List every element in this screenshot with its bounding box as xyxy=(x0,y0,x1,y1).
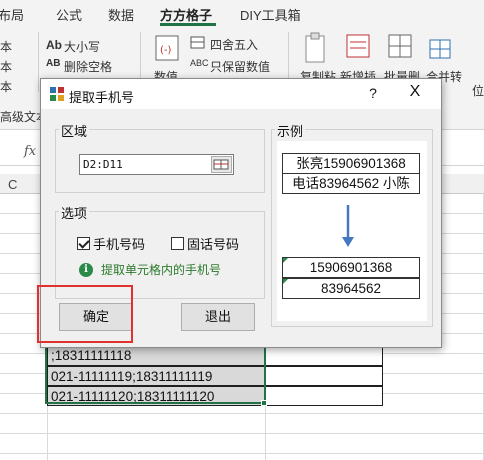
options-group-label: 选项 xyxy=(59,203,90,222)
column-header-c[interactable]: C xyxy=(8,177,17,192)
numeric-icon: (-) xyxy=(155,35,179,61)
delete-space-icon: AB xyxy=(46,58,61,69)
region-group-label: 区域 xyxy=(59,121,90,140)
add-insert-icon xyxy=(346,34,370,58)
keep-values-icon: ABC xyxy=(190,58,209,68)
table-cell[interactable] xyxy=(265,346,383,366)
highlight-box xyxy=(37,285,133,343)
landline-checkbox[interactable]: 固话号码 xyxy=(171,234,239,253)
tab-diy-toolbox[interactable]: DIY工具箱 xyxy=(240,5,301,24)
round-icon xyxy=(190,36,205,49)
exit-button[interactable]: 退出 xyxy=(181,303,255,331)
close-button[interactable]: X xyxy=(405,83,425,101)
range-select-button[interactable] xyxy=(211,156,232,173)
mobile-checkbox[interactable]: 手机号码 xyxy=(77,234,145,253)
delete-space-button[interactable]: 删除空格 xyxy=(64,58,112,75)
mobile-checkbox-box[interactable] xyxy=(77,237,90,250)
info-icon: i xyxy=(79,262,93,277)
case-button[interactable]: 大小写 xyxy=(64,38,100,55)
example-output-2: 83964562 xyxy=(282,278,420,299)
hint-row: i 提取单元格内的手机号 xyxy=(79,261,221,278)
output-marker xyxy=(283,279,288,284)
example-output-1: 15906901368 xyxy=(282,257,420,278)
hint-text: 提取单元格内的手机号 xyxy=(101,263,222,277)
example-output-2-text: 83964562 xyxy=(320,281,382,296)
ribbon-text-item-2[interactable]: 本 xyxy=(0,58,12,75)
fill-handle[interactable] xyxy=(261,400,267,406)
ribbon-tab-bar: 布局 公式 数据 方方格子 DIY工具箱 xyxy=(0,0,484,26)
batch-delete-icon xyxy=(388,34,412,58)
dialog-title: 提取手机号 xyxy=(69,90,135,105)
ribbon-separator xyxy=(38,32,39,92)
tab-formulas[interactable]: 公式 xyxy=(56,5,82,24)
table-cell[interactable] xyxy=(265,386,383,406)
example-output-1-text: 15906901368 xyxy=(309,260,393,275)
example-input-1: 张亮15906901368 xyxy=(282,153,420,174)
output-marker xyxy=(283,258,288,263)
range-picker-icon xyxy=(213,159,229,170)
dialog-app-icon xyxy=(50,87,64,101)
function-icon[interactable]: fx xyxy=(24,144,36,159)
down-arrow-icon xyxy=(342,205,354,247)
case-icon: Ab xyxy=(46,38,62,52)
table-cell[interactable] xyxy=(265,366,383,386)
tab-data[interactable]: 数据 xyxy=(108,5,134,24)
keep-values-button[interactable]: 只保留数值 xyxy=(210,58,270,75)
merge-convert-icon xyxy=(429,39,451,59)
round-button[interactable]: 四舍五入 xyxy=(210,36,258,53)
position-button[interactable]: 位 xyxy=(472,82,484,99)
svg-text:(-): (-) xyxy=(160,45,172,56)
dialog-titlebar[interactable]: 提取手机号 ? X xyxy=(41,79,441,109)
ribbon-text-item-1[interactable]: 本 xyxy=(0,38,12,55)
landline-checkbox-box[interactable] xyxy=(171,237,184,250)
ribbon-text-item-3[interactable]: 本 xyxy=(0,78,12,95)
example-panel: 张亮15906901368 电话83964562 小陈 15906901368 … xyxy=(277,141,427,321)
help-button[interactable]: ? xyxy=(363,85,383,101)
selection-border xyxy=(45,346,266,404)
example-group-label: 示例 xyxy=(275,121,306,140)
mobile-checkbox-label: 手机号码 xyxy=(93,237,146,252)
tab-layout[interactable]: 布局 xyxy=(0,5,24,24)
tab-fangfang[interactable]: 方方格子 xyxy=(160,5,212,24)
landline-checkbox-label: 固话号码 xyxy=(187,237,240,252)
example-input-2: 电话83964562 小陈 xyxy=(282,173,420,194)
copy-paste-icon xyxy=(305,32,325,63)
